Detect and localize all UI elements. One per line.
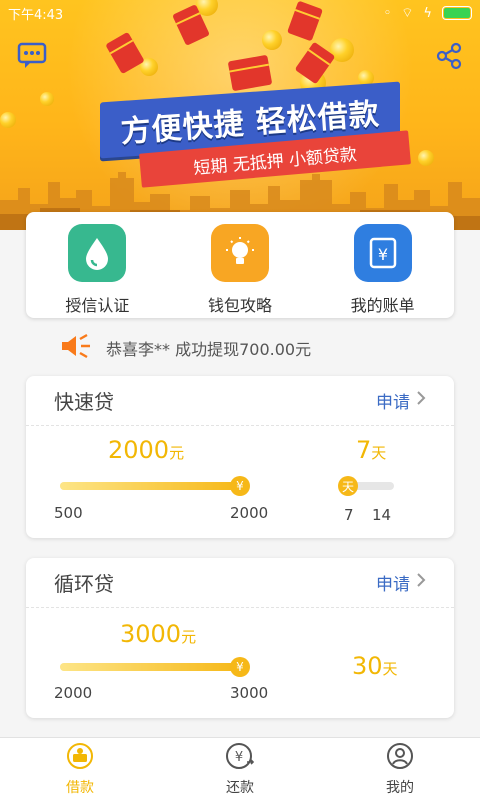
amount-max-label: 3000	[230, 684, 269, 702]
coin-decoration	[262, 30, 282, 50]
lightbulb-icon	[211, 224, 269, 282]
amount-min-label: 2000	[54, 684, 93, 702]
notice-text: 恭喜李** 成功提现700.00元	[106, 340, 312, 359]
menu-item-wallet-guide[interactable]: 钱包攻略	[169, 212, 312, 318]
amount-slider[interactable]	[60, 663, 240, 671]
status-bar: 下午4:43 ◦ ⌔ ϟ	[0, 0, 480, 26]
apply-label: 申请	[376, 575, 410, 595]
amount-slider-knob[interactable]: ¥	[230, 657, 250, 677]
amount-value: 3000	[120, 620, 182, 648]
loan-title: 循环贷	[54, 572, 114, 596]
charging-icon: ϟ	[423, 5, 432, 21]
repay-icon: ¥	[225, 742, 255, 774]
days-value: 7	[356, 436, 372, 464]
amount-slider[interactable]	[60, 482, 240, 490]
chevron-right-icon	[416, 390, 426, 411]
chevron-right-icon	[416, 572, 426, 593]
coin-decoration	[0, 112, 16, 128]
share-icon[interactable]	[432, 38, 468, 74]
apply-button[interactable]: 申请	[376, 388, 426, 413]
loan-card-revolving: 循环贷 申请 3000元 30天 ¥ 2000 3000	[26, 558, 454, 718]
loan-title: 快速贷	[54, 390, 114, 414]
signal-icon: ◦	[383, 5, 392, 21]
bottom-nav: 借款 ¥ 还款 我的	[0, 737, 480, 800]
nav-item-loan[interactable]: 借款	[0, 738, 160, 800]
amount-slider-knob[interactable]: ¥	[230, 476, 250, 496]
days-unit: 天	[382, 660, 398, 678]
days-unit: 天	[371, 444, 387, 462]
amount-slider-fill	[60, 663, 240, 671]
menu-label: 我的账单	[350, 296, 415, 315]
amount-value-display: 2000元	[108, 436, 184, 464]
coin-decoration	[40, 92, 54, 106]
quick-menu: 授信认证 钱包攻略 ¥ 我的账单	[26, 212, 454, 318]
amount-value-display: 3000元	[120, 620, 196, 648]
loan-card-fast: 快速贷 申请 2000元 7天 ¥ 天 500 2000 7 14	[26, 376, 454, 538]
days-value-display: 30天	[352, 652, 398, 680]
drop-icon	[68, 224, 127, 282]
amount-value: 2000	[108, 436, 170, 464]
speaker-icon	[60, 333, 92, 363]
wifi-icon: ⌔	[401, 6, 414, 21]
nav-item-mine[interactable]: 我的	[320, 738, 480, 800]
menu-label: 钱包攻略	[208, 296, 273, 315]
amount-unit: 元	[181, 628, 197, 646]
apply-label: 申请	[376, 393, 410, 413]
nav-label: 我的	[386, 779, 414, 796]
menu-item-my-bill[interactable]: ¥ 我的账单	[311, 212, 454, 318]
nav-label: 还款	[226, 779, 254, 796]
status-time: 下午4:43	[8, 7, 64, 23]
profile-icon	[385, 742, 415, 774]
amount-unit: 元	[169, 444, 185, 462]
notice-bar: 恭喜李** 成功提现700.00元	[60, 333, 312, 363]
battery-icon	[442, 6, 472, 20]
svg-text:¥: ¥	[378, 245, 388, 264]
nav-label: 借款	[66, 779, 94, 796]
menu-item-credit-auth[interactable]: 授信认证	[26, 212, 169, 318]
amount-slider-fill	[60, 482, 240, 490]
apply-button[interactable]: 申请	[376, 570, 426, 595]
menu-label: 授信认证	[65, 296, 130, 315]
days-value-display: 7天	[356, 436, 386, 464]
nav-item-repay[interactable]: ¥ 还款	[160, 738, 320, 800]
days-min-label: 7	[344, 506, 354, 524]
days-value: 30	[352, 652, 383, 680]
days-max-label: 14	[372, 506, 392, 524]
chat-icon[interactable]	[14, 38, 50, 74]
days-slider-knob[interactable]: 天	[338, 476, 358, 496]
amount-max-label: 2000	[230, 504, 269, 522]
svg-text:¥: ¥	[235, 750, 243, 765]
loan-icon	[65, 742, 95, 774]
amount-min-label: 500	[54, 504, 83, 522]
promo-banner[interactable]: 下午4:43 ◦ ⌔ ϟ 方便快捷 轻松借款 短期 无抵押 小额贷款	[0, 0, 480, 230]
bill-icon: ¥	[353, 224, 412, 282]
